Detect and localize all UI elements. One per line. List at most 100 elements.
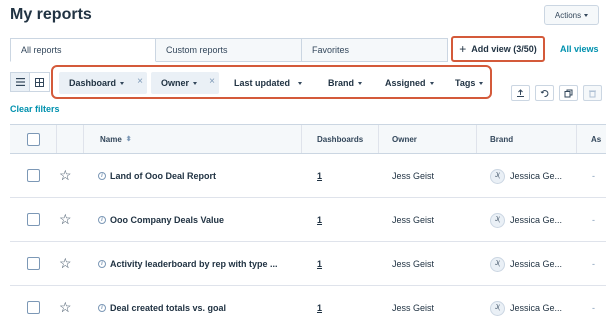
table-action-icons bbox=[511, 85, 602, 101]
dashboards-count[interactable]: 1 bbox=[317, 242, 322, 286]
report-tabs: All reports Custom reports Favorites bbox=[10, 38, 448, 62]
info-icon[interactable]: i bbox=[98, 304, 106, 312]
plus-icon: + bbox=[459, 42, 467, 56]
column-header-name[interactable]: Name ⬍ bbox=[84, 125, 302, 153]
owner-value: Jess Geist bbox=[392, 259, 435, 269]
report-name-cell[interactable]: i Deal created totals vs. goal bbox=[98, 286, 226, 327]
avatar: J( bbox=[490, 212, 505, 228]
filter-label: Tags bbox=[455, 78, 476, 88]
info-icon[interactable]: i bbox=[98, 260, 106, 268]
star-icon[interactable]: ☆ bbox=[59, 212, 72, 226]
filter-assigned[interactable]: Assigned bbox=[385, 72, 434, 94]
filter-label: Last updated bbox=[234, 78, 291, 88]
column-header-label: Brand bbox=[490, 134, 514, 144]
chevron-down-icon bbox=[358, 81, 363, 85]
star-icon[interactable]: ☆ bbox=[59, 256, 72, 270]
tab-label: Favorites bbox=[312, 45, 350, 55]
row-checkbox[interactable] bbox=[27, 257, 40, 270]
filter-last-updated[interactable]: Last updated bbox=[234, 72, 303, 94]
list-view-icon[interactable] bbox=[10, 72, 30, 92]
dashboards-count[interactable]: 1 bbox=[317, 154, 322, 198]
star-icon[interactable]: ☆ bbox=[59, 168, 72, 182]
copy-icon[interactable] bbox=[559, 85, 578, 101]
row-checkbox[interactable] bbox=[27, 301, 40, 314]
column-header-assigned[interactable]: As bbox=[577, 125, 606, 153]
filter-chip-dashboard[interactable]: Dashboard × bbox=[59, 72, 147, 94]
brand-cell: J( Jessica Ge... bbox=[490, 242, 562, 286]
filter-label: Assigned bbox=[385, 78, 426, 88]
add-view-button[interactable]: + Add view (3/50) bbox=[451, 36, 545, 62]
tab-label: Custom reports bbox=[166, 45, 228, 55]
grid-view-icon[interactable] bbox=[30, 72, 50, 92]
column-header-owner[interactable]: Owner bbox=[379, 125, 477, 153]
restore-icon[interactable] bbox=[535, 85, 554, 101]
assigned-value: - bbox=[592, 171, 595, 181]
brand-cell: J( Jessica Ge... bbox=[490, 154, 562, 198]
brand-value: Jessica Ge... bbox=[510, 171, 563, 181]
owner-value: Jess Geist bbox=[392, 171, 435, 181]
view-toggle bbox=[10, 72, 50, 92]
filter-label: Brand bbox=[328, 78, 355, 88]
filter-tags[interactable]: Tags bbox=[455, 72, 484, 94]
info-icon[interactable]: i bbox=[98, 216, 106, 224]
sort-icon[interactable]: ⬍ bbox=[126, 135, 132, 143]
filter-bar: Dashboard × Owner × Last updated Brand A… bbox=[51, 65, 492, 99]
info-icon[interactable]: i bbox=[98, 172, 106, 180]
report-name-cell[interactable]: i Ooo Company Deals Value bbox=[98, 198, 224, 242]
chevron-down-icon bbox=[120, 81, 125, 85]
favorite-column-header bbox=[57, 125, 84, 153]
avatar: J( bbox=[490, 300, 505, 316]
column-header-dashboards[interactable]: Dashboards bbox=[302, 125, 379, 153]
filter-brand[interactable]: Brand bbox=[328, 72, 363, 94]
column-header-label: As bbox=[591, 134, 602, 144]
brand-value: Jessica Ge... bbox=[510, 215, 563, 225]
report-name-cell[interactable]: i Activity leaderboard by rep with type … bbox=[98, 242, 278, 286]
delete-icon[interactable] bbox=[583, 85, 602, 101]
owner-value: Jess Geist bbox=[392, 215, 435, 225]
filter-chip-label: Owner bbox=[161, 78, 190, 88]
table-row[interactable]: ☆ i Ooo Company Deals Value 1 Jess Geist… bbox=[10, 198, 606, 242]
filter-chip-label: Dashboard bbox=[69, 78, 117, 88]
page-title: My reports bbox=[10, 6, 92, 23]
tab-favorites[interactable]: Favorites bbox=[302, 38, 448, 62]
report-name[interactable]: Activity leaderboard by rep with type ..… bbox=[110, 259, 278, 269]
avatar: J( bbox=[490, 256, 505, 272]
actions-button[interactable]: Actions bbox=[544, 5, 599, 25]
brand-value: Jessica Ge... bbox=[510, 303, 563, 313]
all-views-link[interactable]: All views bbox=[560, 44, 599, 54]
tab-all-reports[interactable]: All reports bbox=[10, 38, 156, 62]
brand-value: Jessica Ge... bbox=[510, 259, 563, 269]
star-icon[interactable]: ☆ bbox=[59, 300, 72, 314]
column-header-label: Owner bbox=[392, 134, 417, 144]
table-header: Name ⬍ Dashboards Owner Brand As bbox=[10, 124, 606, 154]
report-name[interactable]: Deal created totals vs. goal bbox=[110, 303, 226, 313]
close-icon[interactable]: × bbox=[137, 76, 143, 87]
filter-chip-owner[interactable]: Owner × bbox=[151, 72, 219, 94]
report-name[interactable]: Land of Ooo Deal Report bbox=[110, 171, 216, 181]
clear-filters-link[interactable]: Clear filters bbox=[10, 104, 60, 114]
dashboards-count[interactable]: 1 bbox=[317, 286, 322, 327]
report-name[interactable]: Ooo Company Deals Value bbox=[110, 215, 224, 225]
column-header-label: Name bbox=[100, 134, 122, 144]
dashboards-count[interactable]: 1 bbox=[317, 198, 322, 242]
close-icon[interactable]: × bbox=[209, 76, 215, 87]
actions-button-label: Actions bbox=[554, 10, 582, 20]
chevron-down-icon bbox=[298, 81, 303, 85]
brand-cell: J( Jessica Ge... bbox=[490, 198, 562, 242]
column-header-brand[interactable]: Brand bbox=[477, 125, 577, 153]
assigned-value: - bbox=[592, 303, 595, 313]
report-name-cell[interactable]: i Land of Ooo Deal Report bbox=[98, 154, 216, 198]
row-checkbox[interactable] bbox=[27, 169, 40, 182]
table-row[interactable]: ☆ i Activity leaderboard by rep with typ… bbox=[10, 242, 606, 286]
table-row[interactable]: ☆ i Land of Ooo Deal Report 1 Jess Geist… bbox=[10, 154, 606, 198]
select-all-checkbox[interactable] bbox=[26, 132, 40, 146]
table-row[interactable]: ☆ i Deal created totals vs. goal 1 Jess … bbox=[10, 286, 606, 327]
tab-label: All reports bbox=[21, 45, 62, 55]
brand-cell: J( Jessica Ge... bbox=[490, 286, 562, 327]
avatar: J( bbox=[490, 168, 505, 184]
chevron-down-icon bbox=[584, 13, 589, 17]
export-icon[interactable] bbox=[511, 85, 530, 101]
chevron-down-icon bbox=[479, 81, 484, 85]
tab-custom-reports[interactable]: Custom reports bbox=[156, 38, 302, 62]
row-checkbox[interactable] bbox=[27, 213, 40, 226]
